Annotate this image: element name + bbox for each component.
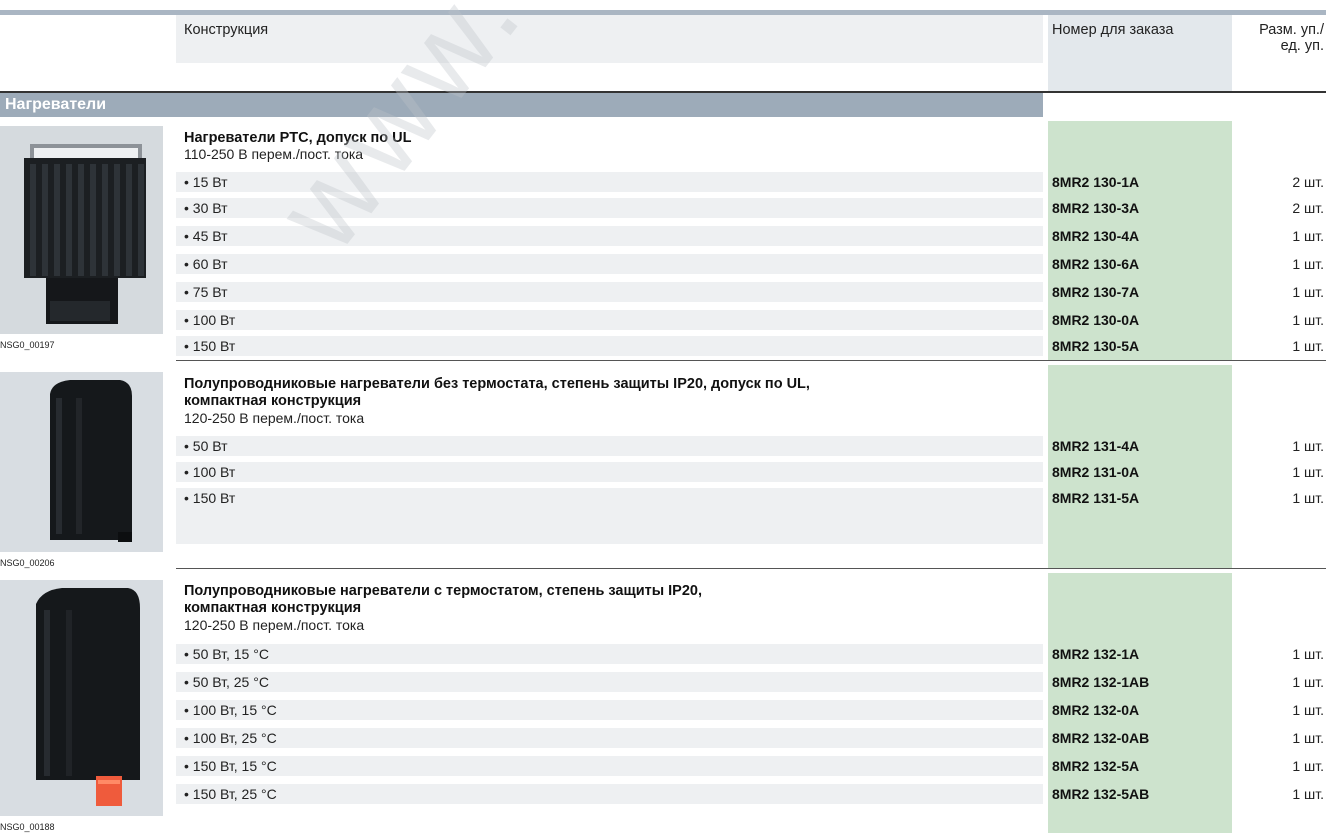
pack-qty: 2 шт. (1292, 200, 1324, 216)
photo-caption-2: NSG0_00206 (0, 558, 55, 568)
pack-qty: 1 шт. (1292, 490, 1324, 506)
row-label: • 15 Вт (184, 174, 228, 190)
header-pack-line1: Разм. уп./ (1259, 22, 1324, 38)
order-number: 8MR2 130-4A (1052, 228, 1140, 244)
group-subtitle-thermostat: 120-250 В перем./пост. тока (184, 617, 365, 633)
row-label: • 150 Вт, 25 °C (184, 786, 277, 802)
group-title-ptc: Нагреватели PTC, допуск по UL (184, 130, 412, 146)
row-shade (176, 728, 1043, 748)
row-label: • 100 Вт, 25 °C (184, 730, 277, 746)
group-title-no-thermostat-1: Полупроводниковые нагреватели без термос… (184, 376, 810, 392)
header-design: Конструкция (184, 22, 269, 38)
order-number: 8MR2 132-0AB (1052, 730, 1150, 746)
order-number: 8MR2 131-5A (1052, 490, 1140, 506)
row-label: • 150 Вт (184, 338, 236, 354)
row-shade (176, 310, 1043, 330)
order-number: 8MR2 132-5A (1052, 758, 1140, 774)
pack-qty: 1 шт. (1292, 464, 1324, 480)
pack-qty: 1 шт. (1292, 646, 1324, 662)
order-number: 8MR2 132-1AB (1052, 674, 1150, 690)
row-label: • 50 Вт, 25 °C (184, 674, 269, 690)
photo-caption-1: NSG0_00197 (0, 340, 55, 350)
order-number: 8MR2 130-6A (1052, 256, 1140, 272)
heater-thermostat-image (0, 580, 163, 816)
pack-qty: 1 шт. (1292, 702, 1324, 718)
header-pack-line2: ед. уп. (1280, 38, 1324, 54)
row-label: • 75 Вт (184, 284, 228, 300)
row-shade (176, 462, 1043, 482)
row-label: • 100 Вт (184, 312, 236, 328)
row-label: • 30 Вт (184, 200, 228, 216)
row-label: • 45 Вт (184, 228, 228, 244)
header-design-shade (176, 15, 1043, 63)
row-label: • 150 Вт, 15 °C (184, 758, 277, 774)
order-number: 8MR2 130-3A (1052, 200, 1140, 216)
product-photo-heater-no-thermostat (0, 372, 163, 552)
header-pack-size: Разм. уп./ ед. уп. (1259, 22, 1324, 54)
row-shade (176, 226, 1043, 246)
row-label: • 50 Вт (184, 438, 228, 454)
header-order-number: Номер для заказа (1052, 22, 1174, 38)
row-shade (176, 488, 1043, 544)
pack-qty: 1 шт. (1292, 730, 1324, 746)
pack-qty: 1 шт. (1292, 338, 1324, 354)
ptc-heater-image (0, 126, 163, 334)
product-photo-ptc-heater (0, 126, 163, 334)
order-number: 8MR2 130-0A (1052, 312, 1140, 328)
row-label: • 150 Вт (184, 490, 236, 506)
row-shade (176, 436, 1043, 456)
group-divider-1 (176, 360, 1326, 361)
row-shade (176, 672, 1043, 692)
heater-no-thermostat-image (0, 372, 163, 552)
order-number: 8MR2 132-1A (1052, 646, 1140, 662)
order-number: 8MR2 132-5AB (1052, 786, 1150, 802)
pack-qty: 1 шт. (1292, 758, 1324, 774)
order-number: 8MR2 131-4A (1052, 438, 1140, 454)
pack-qty: 1 шт. (1292, 786, 1324, 802)
row-shade (176, 336, 1043, 356)
pack-qty: 1 шт. (1292, 312, 1324, 328)
row-shade (176, 282, 1043, 302)
photo-caption-3: NSG0_00188 (0, 822, 55, 832)
section-title: Нагреватели (5, 96, 107, 113)
group-title-no-thermostat-2: компактная конструкция (184, 393, 362, 409)
row-shade (176, 784, 1043, 804)
pack-qty: 1 шт. (1292, 256, 1324, 272)
row-shade (176, 756, 1043, 776)
row-shade (176, 172, 1043, 192)
row-shade (176, 700, 1043, 720)
group-divider-2 (176, 568, 1326, 569)
row-label: • 100 Вт (184, 464, 236, 480)
product-photo-heater-thermostat (0, 580, 163, 816)
row-label: • 60 Вт (184, 256, 228, 272)
order-number: 8MR2 132-0A (1052, 702, 1140, 718)
row-label: • 100 Вт, 15 °C (184, 702, 277, 718)
order-number: 8MR2 131-0A (1052, 464, 1140, 480)
group-subtitle-no-thermostat: 120-250 В перем./пост. тока (184, 410, 365, 426)
section-bar (0, 93, 1043, 117)
group-title-thermostat-1: Полупроводниковые нагреватели с термоста… (184, 583, 703, 599)
pack-qty: 1 шт. (1292, 438, 1324, 454)
row-label: • 50 Вт, 15 °C (184, 646, 269, 662)
row-shade (176, 254, 1043, 274)
group-subtitle-ptc: 110-250 В перем./пост. тока (184, 146, 364, 162)
pack-qty: 1 шт. (1292, 284, 1324, 300)
order-number: 8MR2 130-5A (1052, 338, 1140, 354)
pack-qty: 1 шт. (1292, 674, 1324, 690)
pack-qty: 2 шт. (1292, 174, 1324, 190)
row-shade (176, 198, 1043, 218)
row-shade (176, 644, 1043, 664)
pack-qty: 1 шт. (1292, 228, 1324, 244)
order-number: 8MR2 130-1A (1052, 174, 1140, 190)
order-number: 8MR2 130-7A (1052, 284, 1140, 300)
group-title-thermostat-2: компактная конструкция (184, 600, 362, 616)
